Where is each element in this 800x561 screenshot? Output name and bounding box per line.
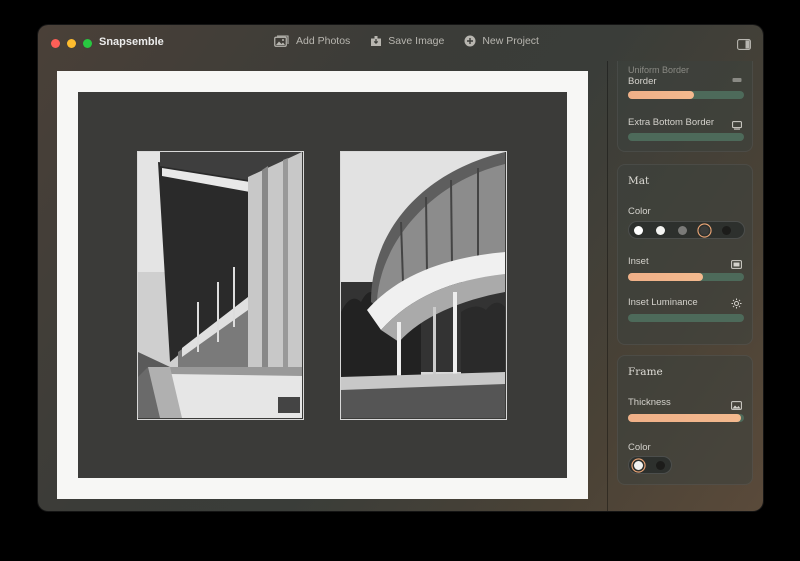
thickness-slider-fill xyxy=(628,414,741,422)
inset-luminance-slider[interactable] xyxy=(628,314,744,322)
mat-card: Mat Color Inset Inset Luminance xyxy=(617,164,753,345)
inset-slider[interactable] xyxy=(628,273,744,281)
frame-color-label: Color xyxy=(628,442,651,453)
border-card: Uniform Border Border Extra Bottom Borde… xyxy=(617,61,753,152)
mat xyxy=(78,92,567,478)
border-slider[interactable] xyxy=(628,91,744,99)
color-swatch[interactable] xyxy=(722,225,731,235)
extra-bottom-border-slider[interactable] xyxy=(628,133,744,141)
mat-color-picker[interactable] xyxy=(628,221,745,239)
inset-label: Inset xyxy=(628,256,649,267)
color-swatch[interactable] xyxy=(700,225,709,235)
window-controls xyxy=(51,39,92,48)
mat-color-label: Color xyxy=(628,206,651,217)
photo-stack-icon xyxy=(274,35,290,47)
plus-circle-icon xyxy=(464,35,476,47)
color-swatch[interactable] xyxy=(634,460,643,470)
app-window: Snapsemble Add Photos Save Image New Pro… xyxy=(38,25,763,511)
zoom-button[interactable] xyxy=(83,39,92,48)
color-swatch[interactable] xyxy=(634,225,643,235)
new-project-label: New Project xyxy=(482,35,539,47)
inset-luminance-label: Inset Luminance xyxy=(628,297,698,308)
frame-card: Frame Thickness Color xyxy=(617,355,753,485)
photo-slot-1[interactable] xyxy=(137,151,304,420)
border-label: Border xyxy=(628,76,657,87)
mat-title: Mat xyxy=(628,175,650,187)
extra-bottom-border-label: Extra Bottom Border xyxy=(628,117,715,128)
close-button[interactable] xyxy=(51,39,60,48)
frame-title: Frame xyxy=(628,366,663,378)
inset-icon xyxy=(731,256,742,274)
frame-color-picker[interactable] xyxy=(628,456,672,474)
settings-panel[interactable]: Uniform Border Border Extra Bottom Borde… xyxy=(608,61,763,511)
minimize-button[interactable] xyxy=(67,39,76,48)
uniform-border-label: Uniform Border xyxy=(628,65,690,75)
color-swatch[interactable] xyxy=(656,460,665,470)
picture-frame xyxy=(57,71,588,499)
minus-icon xyxy=(732,70,742,88)
sidebar-icon xyxy=(737,37,751,54)
save-image-button[interactable]: Save Image xyxy=(370,35,444,47)
new-project-button[interactable]: New Project xyxy=(464,35,539,47)
save-icon xyxy=(370,35,382,47)
color-swatch[interactable] xyxy=(656,225,665,235)
title-bar: Snapsemble Add Photos Save Image New Pro… xyxy=(38,25,763,61)
thickness-slider[interactable] xyxy=(628,414,744,422)
save-image-label: Save Image xyxy=(388,35,445,47)
canvas-area xyxy=(38,61,607,511)
add-photos-label: Add Photos xyxy=(296,35,351,47)
color-swatch[interactable] xyxy=(678,225,687,235)
toolbar: Add Photos Save Image New Project xyxy=(274,35,539,47)
sun-icon xyxy=(731,296,742,314)
app-title: Snapsemble xyxy=(99,36,164,48)
thickness-label: Thickness xyxy=(628,397,671,408)
border-slider-fill xyxy=(628,91,695,99)
sidebar-toggle-button[interactable] xyxy=(737,37,751,55)
add-photos-button[interactable]: Add Photos xyxy=(274,35,350,47)
photo-icon xyxy=(731,397,742,415)
inset-slider-fill xyxy=(628,273,704,281)
photo-slot-2[interactable] xyxy=(340,151,507,420)
